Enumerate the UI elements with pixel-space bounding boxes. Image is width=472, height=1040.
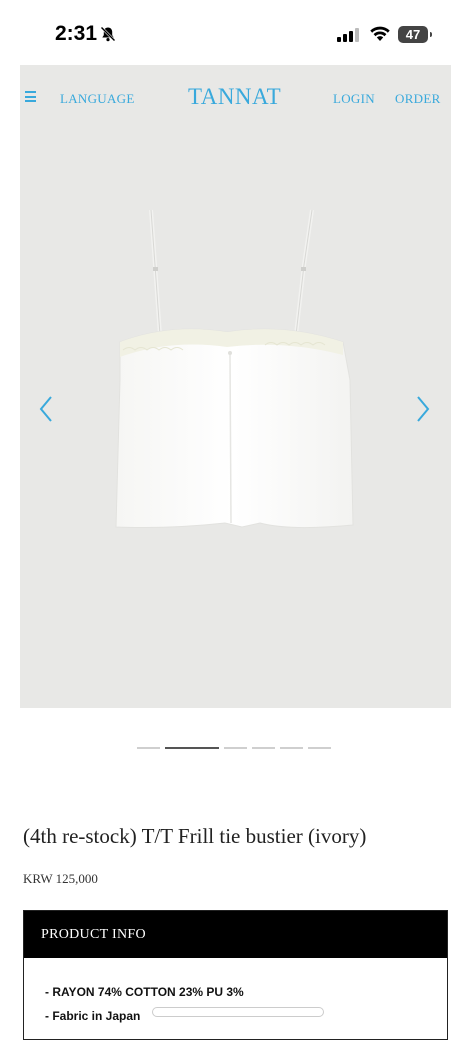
carousel-dot[interactable]	[308, 747, 331, 749]
order-link[interactable]: ORDER	[395, 91, 441, 107]
wifi-icon	[370, 26, 390, 41]
carousel-dot[interactable]	[224, 747, 247, 749]
product-photo-bustier	[115, 209, 354, 529]
battery-indicator: 47	[398, 26, 432, 43]
status-bar: 2:31 47	[0, 0, 472, 64]
hamburger-menu-icon[interactable]	[25, 91, 36, 102]
carousel-dot[interactable]	[165, 747, 219, 749]
status-time: 2:31	[55, 22, 98, 45]
info-material: - RAYON 74% COTTON 23% PU 3%	[45, 985, 244, 999]
carousel-pagination	[137, 747, 331, 749]
product-info-header[interactable]: PRODUCT INFO	[24, 911, 447, 958]
carousel-dot[interactable]	[137, 747, 160, 749]
info-origin: - Fabric in Japan	[45, 1009, 141, 1023]
chevron-left-icon[interactable]	[38, 395, 54, 423]
product-image-carousel[interactable]: LANGUAGE TANNAT LOGIN ORDER	[20, 65, 451, 708]
product-info-panel: PRODUCT INFO - RAYON 74% COTTON 23% PU 3…	[23, 910, 448, 1040]
product-title: (4th re-stock) T/T Frill tie bustier (iv…	[23, 824, 367, 848]
product-price: KRW 125,000	[23, 871, 98, 886]
cellular-signal-icon	[337, 28, 359, 42]
scroll-indicator	[152, 1007, 324, 1017]
login-link[interactable]: LOGIN	[333, 91, 375, 107]
carousel-dot[interactable]	[280, 747, 303, 749]
bell-muted-icon	[100, 26, 116, 42]
chevron-right-icon[interactable]	[415, 395, 431, 423]
brand-logo[interactable]: TANNAT	[188, 84, 281, 110]
language-link[interactable]: LANGUAGE	[60, 91, 135, 107]
carousel-dot[interactable]	[252, 747, 275, 749]
top-navigation: LANGUAGE TANNAT LOGIN ORDER	[20, 65, 451, 131]
